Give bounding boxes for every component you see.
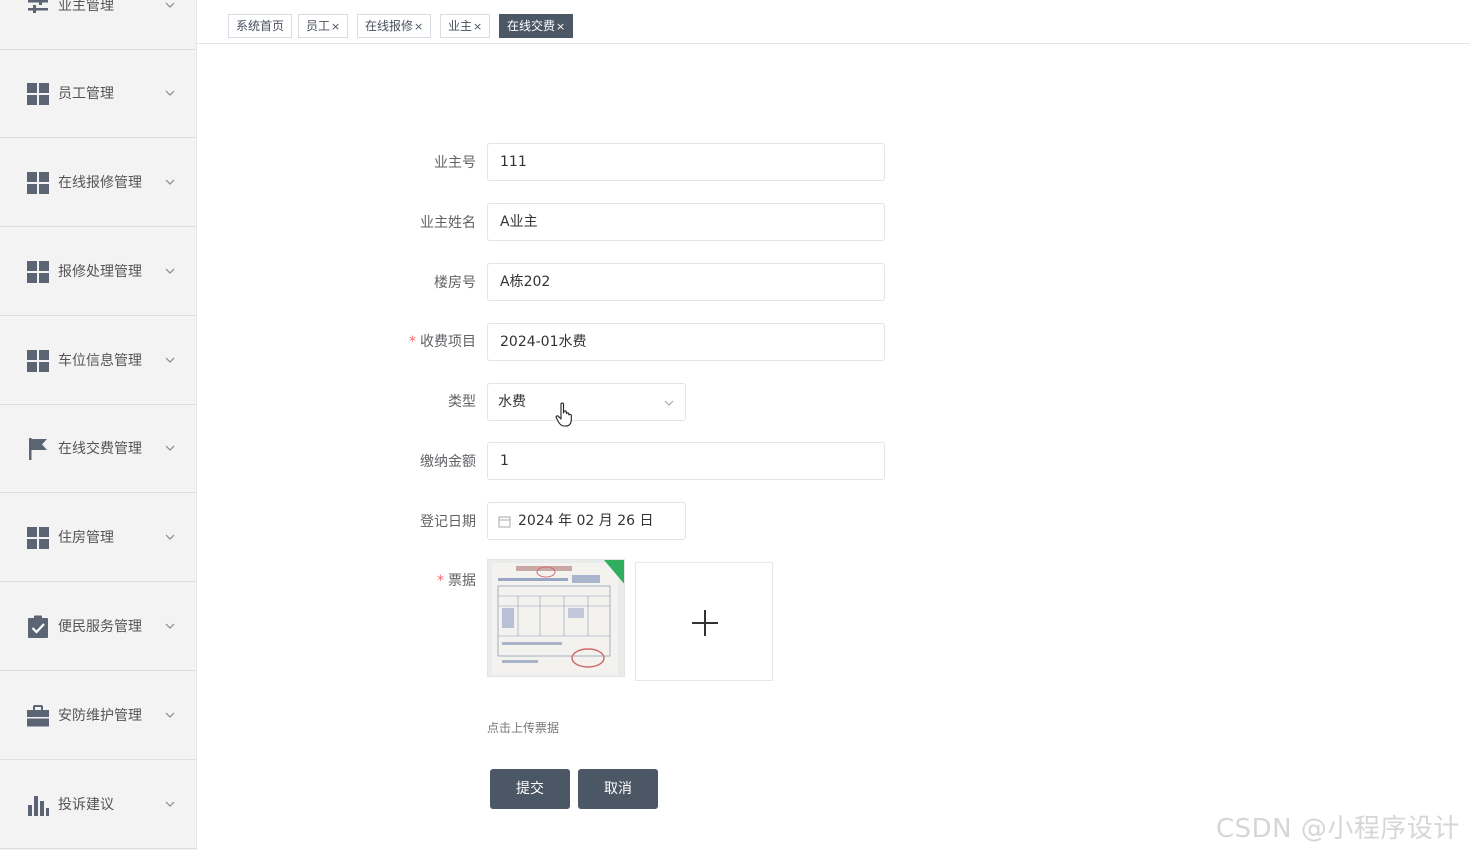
sidebar-item-label: 住房管理	[58, 529, 114, 546]
receipt-label: * 票据	[380, 571, 476, 591]
fee-type-select[interactable]: 水费	[487, 383, 686, 421]
tab-label: 系统首页	[236, 19, 285, 33]
tab-staff[interactable]: 员工×	[298, 14, 349, 38]
sidebar-item-label: 车位信息管理	[58, 352, 142, 369]
receipt-image	[488, 560, 624, 676]
tab-label: 在线交费	[507, 19, 556, 33]
receipt-thumbnail[interactable]	[487, 559, 625, 677]
grid-icon	[27, 82, 49, 105]
close-icon[interactable]: ×	[556, 20, 565, 33]
building-no-label: 楼房号	[434, 275, 476, 291]
sidebar-item-repair[interactable]: 在线报修管理	[0, 139, 196, 227]
reg-date-label: 登记日期	[420, 514, 476, 530]
grid-icon	[27, 171, 49, 194]
sidebar-item-staff[interactable]: 员工管理	[0, 50, 196, 138]
tab-repair[interactable]: 在线报修×	[357, 14, 432, 38]
tab-payment[interactable]: 在线交费×	[499, 14, 574, 38]
chevron-down-icon	[165, 623, 175, 629]
amount-label: 缴纳金额	[420, 454, 476, 470]
owner-name-label: 业主姓名	[420, 215, 476, 231]
sidebar-item-security[interactable]: 安防维护管理	[0, 672, 196, 760]
chevron-down-icon	[165, 357, 175, 363]
chevron-down-icon	[165, 90, 175, 96]
grid-icon	[27, 349, 49, 372]
close-icon[interactable]: ×	[473, 20, 482, 33]
watermark: CSDN @小程序设计	[1216, 814, 1460, 844]
tab-label: 业主	[448, 19, 473, 33]
tab-label: 在线报修	[365, 19, 414, 33]
sidebar-item-label: 员工管理	[58, 85, 114, 102]
receipt-label-text: 票据	[448, 573, 476, 589]
sidebar-item-label: 在线报修管理	[58, 174, 142, 191]
chevron-down-icon	[664, 400, 674, 406]
clipboard-check-icon	[28, 615, 48, 638]
briefcase-icon	[27, 704, 49, 726]
sidebar-item-owner[interactable]: 业主管理	[0, 0, 196, 50]
chevron-down-icon	[165, 268, 175, 274]
close-icon[interactable]: ×	[331, 20, 340, 33]
upload-add-button[interactable]	[635, 562, 773, 681]
close-icon[interactable]: ×	[414, 20, 423, 33]
sidebar-item-parking[interactable]: 车位信息管理	[0, 317, 196, 405]
bar-chart-icon	[28, 795, 49, 816]
tab-owner[interactable]: 业主×	[440, 14, 491, 38]
sidebar-item-repair-handling[interactable]: 报修处理管理	[0, 228, 196, 316]
sidebar-item-label: 报修处理管理	[58, 263, 142, 280]
fee-item-label-text: 收费项目	[420, 334, 476, 350]
reg-date-picker[interactable]: 2024 年 02 月 26 日	[487, 502, 686, 540]
fee-type-value: 水费	[498, 394, 526, 410]
sidebar-item-label: 业主管理	[58, 0, 114, 14]
sidebar-item-housing[interactable]: 住房管理	[0, 494, 196, 582]
chevron-down-icon	[165, 179, 175, 185]
owner-name-input[interactable]: A业主	[487, 203, 885, 241]
owner-no-label: 业主号	[434, 155, 476, 171]
grid-icon	[27, 526, 49, 549]
cancel-button[interactable]: 取消	[578, 769, 658, 809]
building-no-input[interactable]: A栋202	[487, 263, 885, 301]
chevron-down-icon	[165, 2, 175, 8]
required-mark: *	[409, 334, 416, 350]
chevron-down-icon	[165, 534, 175, 540]
sidebar-item-complaints[interactable]: 投诉建议	[0, 761, 196, 849]
calendar-icon	[498, 516, 511, 528]
plus-icon	[692, 610, 718, 636]
upload-hint: 点击上传票据	[487, 721, 560, 735]
flag-icon	[29, 437, 47, 460]
fee-item-input[interactable]: 2024-01水费	[487, 323, 885, 361]
sidebar-item-label: 安防维护管理	[58, 707, 142, 724]
fee-type-label: 类型	[448, 394, 476, 410]
grid-icon	[27, 260, 49, 283]
fee-item-label: * 收费项目	[380, 332, 476, 352]
sidebar: 业主管理 员工管理 在线报修管理 报修处理管理 车位信息管理 在线交费管理 住房…	[0, 0, 197, 850]
amount-input[interactable]: 1	[487, 442, 885, 480]
owner-no-input[interactable]: 111	[487, 143, 885, 181]
submit-button[interactable]: 提交	[490, 769, 570, 809]
tab-home[interactable]: 系统首页	[228, 14, 293, 38]
sidebar-item-label: 便民服务管理	[58, 618, 142, 635]
sidebar-item-label: 在线交费管理	[58, 440, 142, 457]
sidebar-item-label: 投诉建议	[58, 796, 114, 813]
sidebar-item-payment[interactable]: 在线交费管理	[0, 405, 196, 493]
required-mark: *	[437, 573, 444, 589]
chevron-down-icon	[165, 801, 175, 807]
sliders-icon	[28, 0, 48, 13]
chevron-down-icon	[165, 712, 175, 718]
hand-cursor-icon	[555, 402, 572, 427]
tab-bar: 系统首页 员工× 在线报修× 业主× 在线交费×	[197, 0, 1470, 44]
tab-label: 员工	[306, 19, 331, 33]
sidebar-item-services[interactable]: 便民服务管理	[0, 583, 196, 671]
reg-date-value: 2024 年 02 月 26 日	[518, 513, 654, 529]
chevron-down-icon	[165, 445, 175, 451]
